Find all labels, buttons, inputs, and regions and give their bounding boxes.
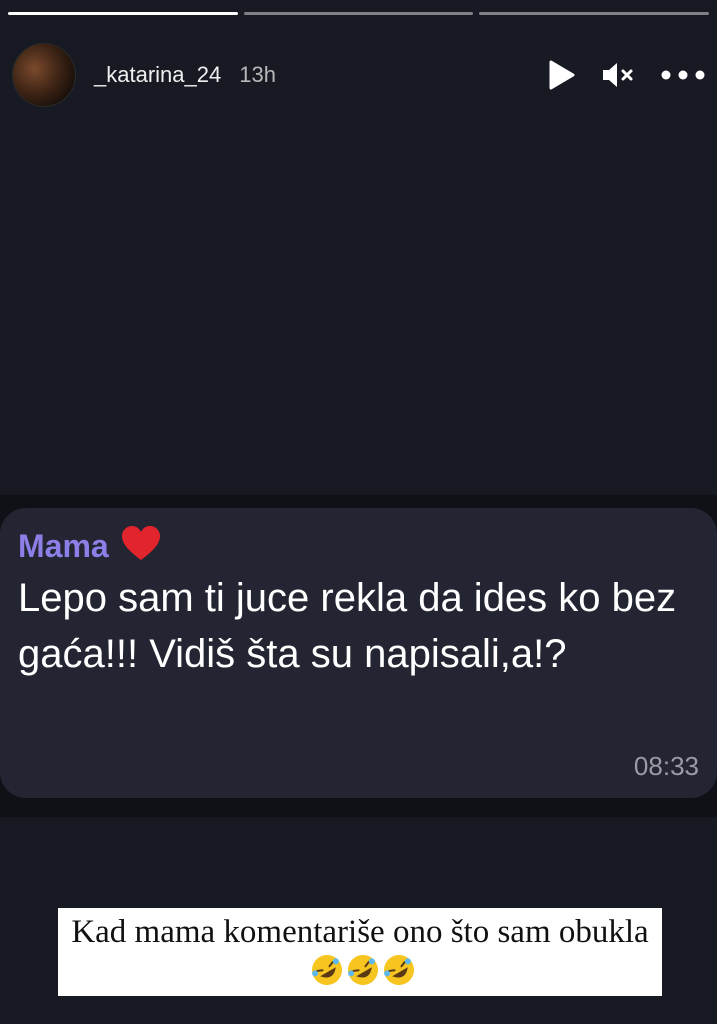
message-timestamp: 08:33 — [633, 751, 699, 781]
progress-segment — [479, 12, 710, 15]
rolling-laughing-emoji-icon — [312, 955, 342, 985]
more-options-icon[interactable] — [661, 70, 705, 80]
header-controls — [547, 60, 705, 90]
rolling-laughing-emoji-icon — [384, 955, 414, 985]
play-icon[interactable] — [547, 60, 575, 90]
progress-segment — [8, 12, 238, 15]
caption-text: Kad mama komentariše ono što sam obukla — [71, 914, 649, 950]
story-caption: Kad mama komentariše ono što sam obukla — [58, 908, 662, 996]
story-header: _katarina_24 13h — [12, 40, 705, 110]
username[interactable]: _katarina_24 — [94, 62, 221, 88]
muted-speaker-icon[interactable] — [601, 60, 635, 90]
avatar[interactable] — [12, 43, 76, 107]
post-time: 13h — [239, 62, 276, 87]
message-sender: Mama — [18, 526, 161, 567]
rolling-laughing-emoji-icon — [348, 955, 378, 985]
message-bubble: Mama Lepo sam ti juce rekla da ides ko b… — [0, 508, 717, 798]
story-progress-bar — [8, 12, 710, 15]
progress-segment — [243, 12, 474, 15]
sender-name: Mama — [18, 528, 109, 564]
red-heart-icon — [121, 526, 161, 567]
laughing-emojis — [310, 953, 416, 987]
message-text: Lepo sam ti juce rekla da ides ko bez ga… — [18, 576, 677, 676]
